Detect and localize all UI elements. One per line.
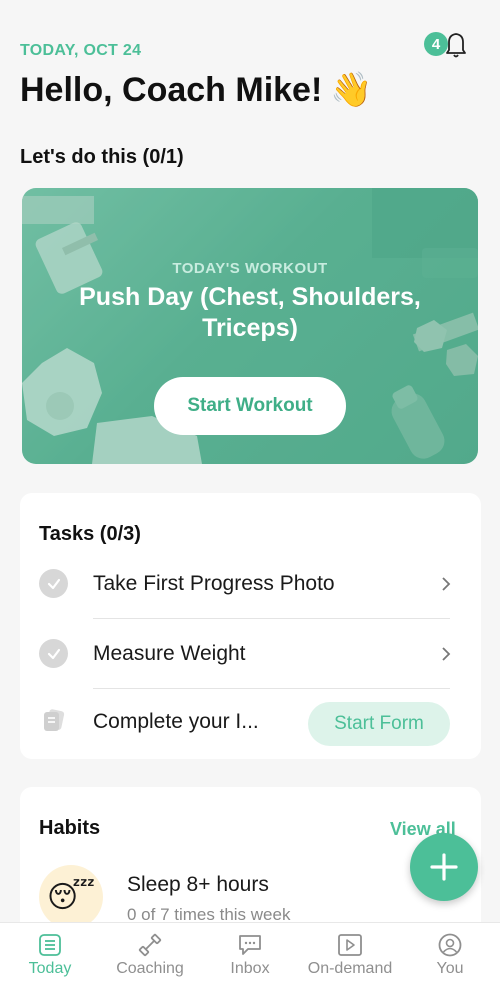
add-button[interactable] [410, 833, 478, 901]
plus-icon [430, 853, 458, 881]
tasks-card: Tasks (0/3) Take First Progress Photo Me… [20, 493, 481, 759]
list-icon [39, 934, 61, 956]
tab-label: You [436, 960, 464, 977]
workout-title: Push Day (Chest, Shoulders, Triceps) [79, 283, 421, 342]
tab-inbox[interactable]: Inbox [212, 923, 288, 984]
greeting-title: Hello, Coach Mike! 👋 [20, 70, 373, 110]
check-circle-icon [39, 639, 68, 668]
sleep-emoji-icon: 😴 [39, 865, 103, 929]
form-icon [44, 709, 65, 731]
tab-on-demand[interactable]: On-demand [300, 923, 400, 984]
play-icon [338, 934, 362, 956]
task-item-measure-weight[interactable]: Measure Weight [20, 619, 481, 689]
start-workout-button[interactable]: Start Workout [154, 377, 346, 435]
start-form-button[interactable]: Start Form [308, 702, 450, 746]
workout-section-title: Let's do this (0/1) [20, 146, 184, 168]
date-label: TODAY, OCT 24 [20, 42, 142, 59]
chevron-right-icon [442, 647, 451, 661]
tab-coaching[interactable]: Coaching [108, 923, 192, 984]
habit-emoji: 😴 [46, 880, 96, 914]
greeting-text: Hello, Coach Mike! [20, 70, 323, 109]
tab-label: Today [28, 960, 72, 977]
user-icon [438, 933, 462, 957]
habit-name: Sleep 8+ hours [127, 873, 269, 896]
tab-today[interactable]: Today [14, 923, 86, 984]
habits-title: Habits [39, 817, 101, 839]
bell-icon [446, 33, 466, 58]
tab-you[interactable]: You [416, 923, 484, 984]
bottom-tab-bar: Today Coaching Inbox On-demand You [0, 922, 500, 984]
chevron-right-icon [442, 577, 451, 591]
check-circle-icon [39, 569, 68, 598]
task-label: Complete your I... [93, 710, 259, 733]
tab-label: On-demand [307, 960, 393, 977]
task-item-intake-form[interactable]: Complete your I... Start Form [20, 689, 481, 759]
task-label: Measure Weight [93, 642, 246, 665]
tab-label: Coaching [116, 960, 184, 977]
task-item-progress-photo[interactable]: Take First Progress Photo [20, 549, 481, 619]
tab-label: Inbox [230, 960, 270, 977]
notifications-button[interactable]: 4 [424, 30, 468, 60]
workout-card[interactable]: TODAY'S WORKOUT Push Day (Chest, Shoulde… [22, 188, 478, 464]
workout-subtitle: TODAY'S WORKOUT [172, 260, 328, 277]
wave-emoji: 👋 [330, 71, 373, 109]
chat-icon [239, 935, 261, 955]
task-label: Take First Progress Photo [93, 572, 335, 595]
dumbbell-icon [138, 933, 162, 957]
tasks-title: Tasks (0/3) [39, 523, 141, 545]
